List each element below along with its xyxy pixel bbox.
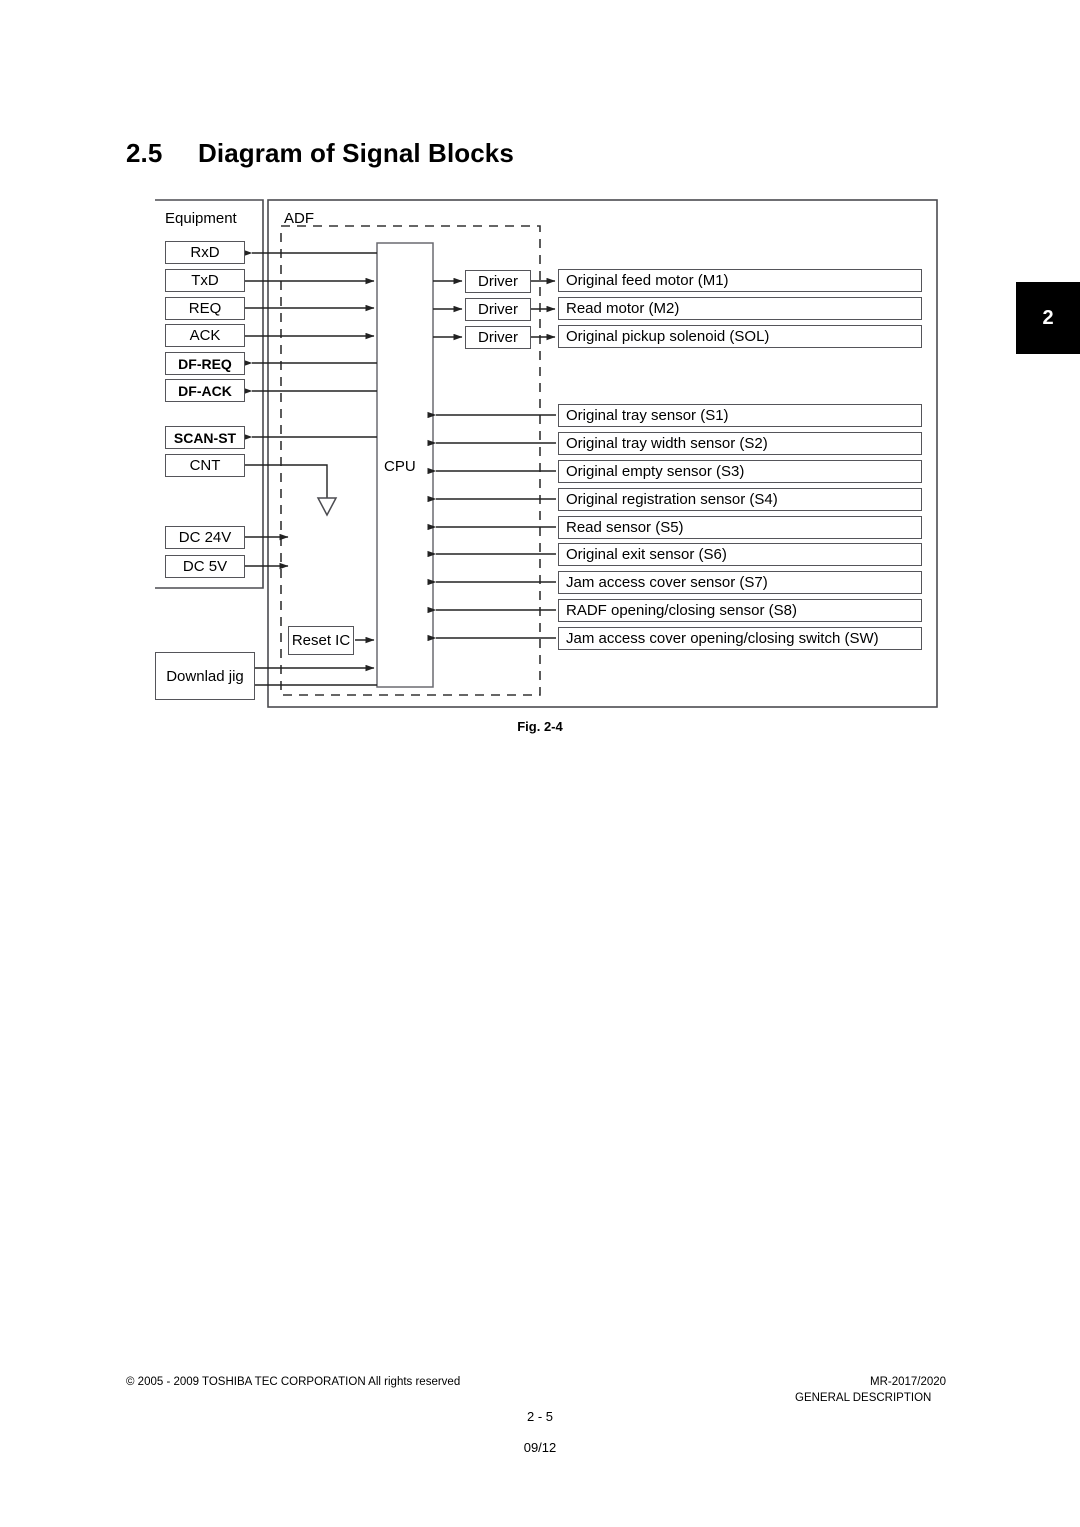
label-cpu: CPU: [384, 458, 416, 475]
sensor-box-sw: Jam access cover opening/closing switch …: [558, 627, 922, 650]
actuator-box-sol: Original pickup solenoid (SOL): [558, 325, 922, 348]
signal-box-df-req: DF-REQ: [165, 352, 245, 375]
signal-box-scan-st: SCAN-ST: [165, 426, 245, 449]
sensor-box-s7: Jam access cover sensor (S7): [558, 571, 922, 594]
figure-caption: Fig. 2-4: [517, 719, 563, 734]
signal-block-diagram: Equipment ADF CPU RxD TxD REQ ACK DF-REQ…: [0, 0, 1080, 760]
footer-page-number: 2 - 5: [526, 1409, 553, 1424]
sensor-box-s3: Original empty sensor (S3): [558, 460, 922, 483]
signal-box-rxd: RxD: [165, 241, 245, 264]
sensor-box-s8: RADF opening/closing sensor (S8): [558, 599, 922, 622]
footer-section: GENERAL DESCRIPTION: [795, 1392, 932, 1404]
signal-box-req: REQ: [165, 297, 245, 320]
sensor-box-s2: Original tray width sensor (S2): [558, 432, 922, 455]
label-equipment: Equipment: [165, 210, 237, 227]
driver-box-3: Driver: [465, 326, 531, 349]
reset-ic-box: Reset IC: [288, 626, 354, 655]
footer-copyright: © 2005 - 2009 TOSHIBA TEC CORPORATION Al…: [126, 1376, 461, 1388]
driver-box-1: Driver: [465, 270, 531, 293]
footer-model: MR-2017/2020: [870, 1376, 947, 1388]
download-jig-box: Downlad jig: [155, 652, 255, 700]
actuator-box-m2: Read motor (M2): [558, 297, 922, 320]
driver-box-2: Driver: [465, 298, 531, 321]
sensor-box-s4: Original registration sensor (S4): [558, 488, 922, 511]
power-box-dc24v: DC 24V: [165, 526, 245, 549]
power-box-dc5v: DC 5V: [165, 555, 245, 578]
footer-date: 09/12: [523, 1440, 557, 1455]
document-page: 2.5 Diagram of Signal Blocks 2 Equipment…: [0, 0, 1080, 1527]
sensor-box-s5: Read sensor (S5): [558, 516, 922, 539]
signal-box-ack: ACK: [165, 324, 245, 347]
actuator-box-m1: Original feed motor (M1): [558, 269, 922, 292]
ground-symbol: [316, 497, 338, 517]
signal-box-df-ack: DF-ACK: [165, 379, 245, 402]
signal-box-txd: TxD: [165, 269, 245, 292]
sensor-box-s6: Original exit sensor (S6): [558, 543, 922, 566]
sensor-box-s1: Original tray sensor (S1): [558, 404, 922, 427]
signal-box-cnt: CNT: [165, 454, 245, 477]
label-adf: ADF: [284, 210, 314, 227]
